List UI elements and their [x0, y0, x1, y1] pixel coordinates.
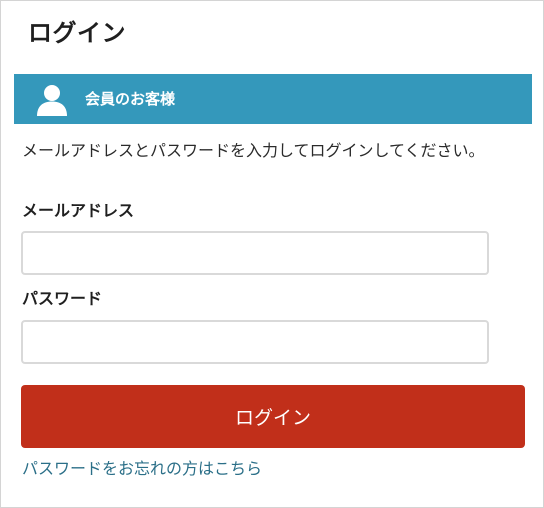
- email-label: メールアドレス: [22, 201, 135, 220]
- forgot-password-link[interactable]: パスワードをお忘れの方はこちら: [22, 458, 262, 480]
- login-instructions: メールアドレスとパスワードを入力してログインしてください。: [22, 141, 485, 160]
- login-panel: ログイン 会員のお客様 メールアドレスとパスワードを入力してログインしてください…: [0, 0, 544, 508]
- login-button[interactable]: ログイン: [21, 385, 525, 448]
- member-section-label: 会員のお客様: [85, 90, 176, 108]
- email-field[interactable]: [21, 231, 489, 275]
- page-title: ログイン: [28, 19, 126, 47]
- user-icon: [37, 85, 67, 116]
- member-section-header: 会員のお客様: [14, 74, 532, 124]
- password-label: パスワード: [22, 289, 103, 308]
- password-field[interactable]: [21, 320, 489, 364]
